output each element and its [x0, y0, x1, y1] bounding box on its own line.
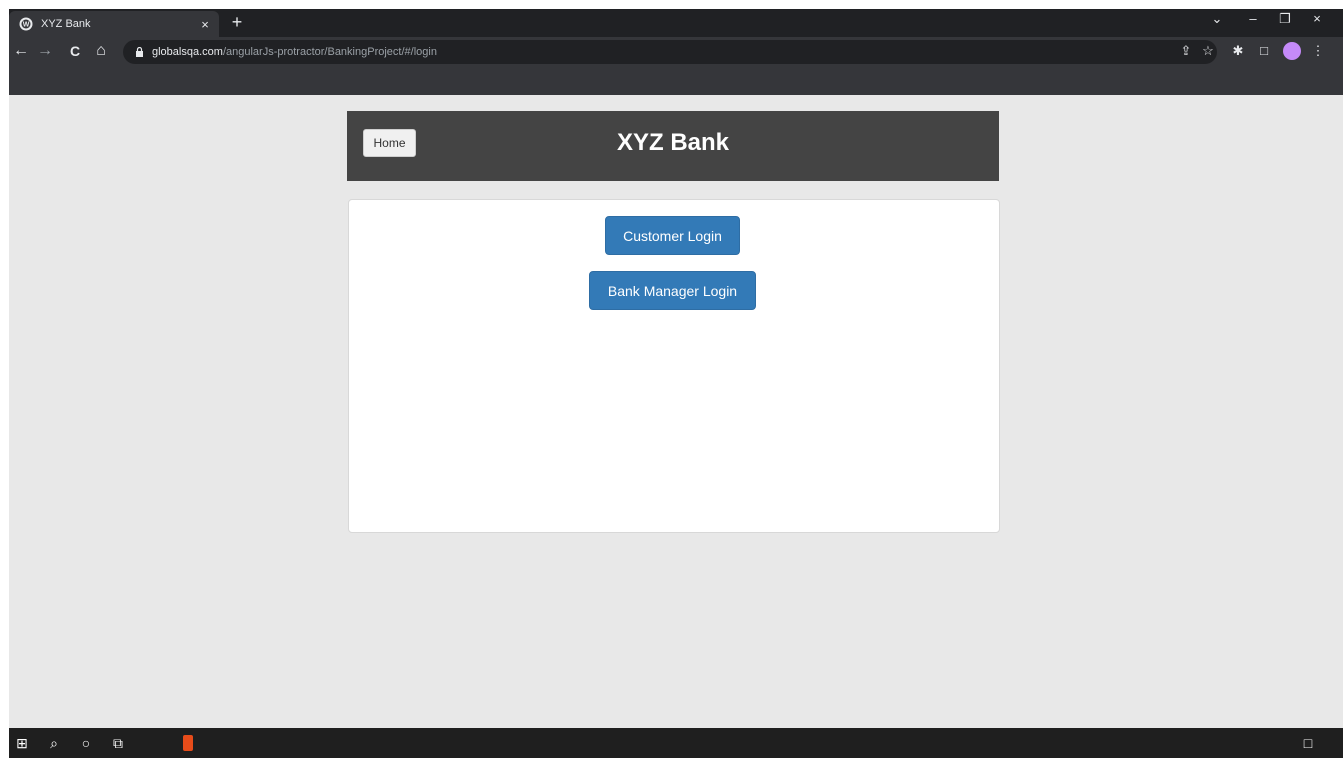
toolbar-spacer — [9, 67, 1343, 95]
office-icon[interactable] — [183, 735, 193, 751]
url-domain: globalsqa.com — [152, 46, 223, 58]
bookmark-star-icon[interactable]: ☆ — [1199, 43, 1217, 59]
menu-icon[interactable]: ⋮ — [1309, 43, 1327, 59]
browser-toolbar: ← → C ⌂ globalsqa.com/angularJs-protract… — [9, 37, 1343, 67]
task-view-icon[interactable]: ⧉ — [107, 735, 129, 752]
window-close-icon[interactable]: × — [1303, 11, 1331, 26]
address-bar[interactable]: globalsqa.com/angularJs-protractor/Banki… — [123, 40, 1217, 64]
share-icon[interactable]: ⇪ — [1177, 43, 1195, 59]
search-icon[interactable]: ⌕ — [43, 735, 65, 752]
new-tab-icon[interactable]: + — [227, 12, 247, 33]
windows-start-icon[interactable]: ⊞ — [11, 735, 33, 752]
restore-icon[interactable]: ❐ — [1271, 11, 1299, 27]
tab-title: XYZ Bank — [41, 18, 91, 30]
page-viewport: Home XYZ Bank Customer Login Bank Manage… — [9, 95, 1343, 728]
back-icon[interactable]: ← — [11, 42, 31, 60]
tab-search-icon[interactable]: ⌄ — [1203, 11, 1231, 27]
login-panel: Customer Login Bank Manager Login — [348, 199, 1000, 533]
wordpress-icon: W — [19, 17, 33, 31]
browser-tab-strip: W XYZ Bank × + ⌄ – ❐ × — [9, 9, 1343, 37]
tab-close-icon[interactable]: × — [195, 17, 215, 32]
cortana-icon[interactable]: ○ — [75, 735, 97, 751]
reload-icon[interactable]: C — [65, 43, 85, 59]
profile-avatar[interactable] — [1283, 42, 1301, 60]
url-path: /angularJs-protractor/BankingProject/#/l… — [222, 46, 437, 58]
forward-icon[interactable]: → — [35, 42, 55, 60]
svg-text:W: W — [23, 22, 30, 29]
extensions-icon[interactable]: ✱ — [1229, 43, 1247, 59]
lock-icon — [136, 47, 143, 57]
page-header: Home XYZ Bank — [347, 111, 999, 181]
bank-manager-login-button[interactable]: Bank Manager Login — [589, 271, 756, 310]
side-panel-icon[interactable]: □ — [1255, 43, 1273, 58]
notification-icon[interactable]: □ — [1297, 735, 1319, 751]
os-taskbar: ⊞ ⌕ ○ ⧉ □ — [9, 728, 1343, 758]
customer-login-button[interactable]: Customer Login — [605, 216, 740, 255]
page-title: XYZ Bank — [616, 129, 730, 156]
minimize-icon[interactable]: – — [1239, 11, 1267, 26]
home-icon[interactable]: ⌂ — [91, 42, 111, 60]
browser-tab[interactable]: W XYZ Bank × — [9, 11, 219, 37]
